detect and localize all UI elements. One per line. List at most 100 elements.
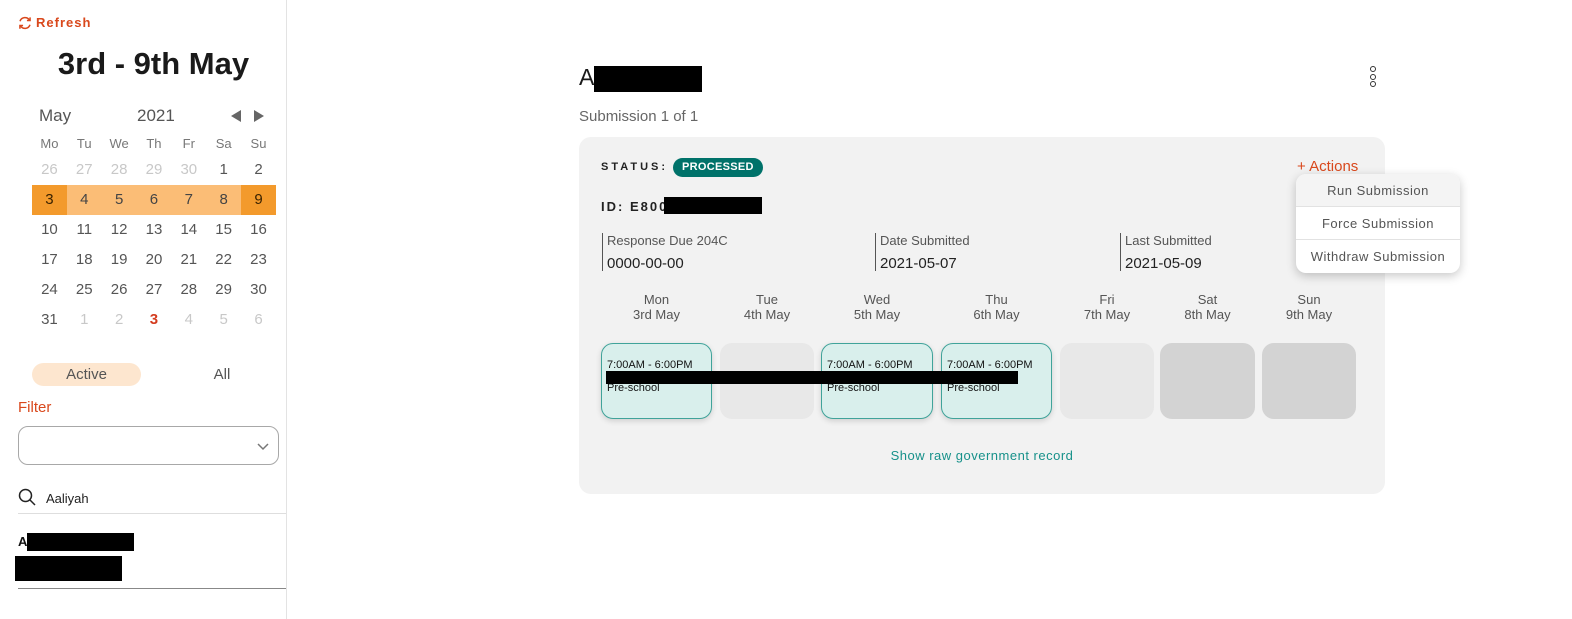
day-date: 4th May: [743, 307, 791, 322]
day-header: Sat 8th May: [1168, 292, 1248, 322]
force-submission-item[interactable]: Force Submission: [1296, 207, 1460, 240]
calendar-day[interactable]: 28: [102, 155, 137, 185]
refresh-icon: [19, 16, 31, 29]
status-label: STATUS:: [601, 161, 669, 173]
calendar-weekday-row: Mo Tu We Th Fr Sa Su: [32, 133, 276, 155]
calendar-day[interactable]: 23: [241, 245, 276, 275]
filter-label: Filter: [18, 399, 52, 416]
calendar-day[interactable]: 16: [241, 215, 276, 245]
day-date: 5th May: [853, 307, 901, 322]
day-header: Wed 5th May: [837, 292, 917, 322]
calendar-day[interactable]: 6: [136, 185, 172, 215]
calendar-day[interactable]: 1: [67, 305, 102, 335]
calendar-day[interactable]: 29: [206, 275, 241, 305]
refresh-button[interactable]: Refresh: [18, 15, 91, 30]
meta-value: 0000-00-00: [607, 255, 684, 272]
calendar-day[interactable]: 8: [206, 185, 242, 215]
calendar-day[interactable]: 4: [66, 185, 102, 215]
calendar-day[interactable]: 28: [171, 275, 206, 305]
run-submission-item[interactable]: Run Submission: [1296, 174, 1460, 207]
redacted-name: [27, 533, 134, 551]
calendar-header: May 2021: [39, 106, 269, 128]
day-empty-card[interactable]: [1060, 343, 1154, 419]
more-options-button[interactable]: [1366, 66, 1380, 90]
refresh-label: Refresh: [36, 15, 92, 30]
weekday-label: Su: [250, 136, 267, 151]
calendar-day[interactable]: 3: [137, 305, 172, 335]
actions-button[interactable]: + Actions: [1297, 158, 1358, 175]
calendar-day[interactable]: 21: [171, 245, 206, 275]
day-name: Tue: [756, 292, 778, 307]
calendar-day[interactable]: 17: [32, 245, 67, 275]
calendar-day[interactable]: 22: [206, 245, 241, 275]
calendar-day[interactable]: 26: [102, 275, 137, 305]
search-input[interactable]: [46, 488, 276, 508]
withdraw-submission-item[interactable]: Withdraw Submission: [1296, 240, 1460, 273]
calendar-day[interactable]: 24: [32, 275, 67, 305]
day-header: Sun 9th May: [1269, 292, 1349, 322]
calendar-day[interactable]: 2: [102, 305, 137, 335]
day-empty-card[interactable]: [1160, 343, 1255, 419]
calendar-prev-button[interactable]: [231, 110, 245, 124]
calendar-day[interactable]: 4: [171, 305, 206, 335]
submission-id: ID: E800: [601, 199, 669, 214]
calendar-day[interactable]: 12: [102, 215, 137, 245]
calendar-day[interactable]: 9: [241, 185, 276, 215]
meta-label: Response Due 204C: [607, 233, 728, 248]
day-header: Thu 6th May: [957, 292, 1037, 322]
submission-card: STATUS: PROCESSED + Actions ID: E800 Res…: [579, 137, 1385, 494]
calendar-day[interactable]: 13: [137, 215, 172, 245]
meta-value: 2021-05-09: [1125, 255, 1202, 272]
calendar-day[interactable]: 15: [206, 215, 241, 245]
calendar-day[interactable]: 29: [137, 155, 172, 185]
status-badge: PROCESSED: [673, 158, 763, 177]
calendar-day[interactable]: 7: [171, 185, 207, 215]
search-icon: [18, 488, 36, 506]
calendar-day[interactable]: 27: [67, 155, 102, 185]
toggle-all[interactable]: All: [204, 363, 240, 386]
active-all-toggle: Active All: [32, 363, 280, 386]
calendar-week-row: 17 18 19 20 21 22 23: [32, 245, 276, 275]
person-name: A: [579, 64, 594, 91]
calendar-day[interactable]: 2: [241, 155, 276, 185]
calendar-day[interactable]: 30: [171, 155, 206, 185]
day-name: Thu: [985, 292, 1008, 307]
calendar-day[interactable]: 11: [67, 215, 102, 245]
meta-last-submitted: Last Submitted 2021-05-09: [1120, 233, 1212, 272]
calendar-day[interactable]: 25: [67, 275, 102, 305]
calendar-day[interactable]: 3: [32, 185, 67, 215]
toggle-active[interactable]: Active: [32, 363, 141, 386]
list-item[interactable]: A: [15, 515, 286, 589]
calendar-day[interactable]: 1: [206, 155, 241, 185]
calendar-month[interactable]: May: [39, 106, 71, 126]
list-item-name: A: [18, 534, 28, 549]
calendar-next-button[interactable]: [252, 110, 266, 124]
filter-select[interactable]: [18, 426, 279, 465]
calendar-day[interactable]: 31: [32, 305, 67, 335]
calendar-week-row: 31 1 2 3 4 5 6: [32, 305, 276, 335]
day-date: 9th May: [1285, 307, 1333, 322]
calendar-day[interactable]: 6: [241, 305, 276, 335]
weekday-label: Fr: [182, 136, 195, 151]
calendar-day[interactable]: 26: [32, 155, 67, 185]
day-name: Wed: [863, 292, 891, 307]
calendar-day[interactable]: 18: [67, 245, 102, 275]
calendar-day[interactable]: 5: [206, 305, 241, 335]
calendar-day[interactable]: 30: [241, 275, 276, 305]
day-header: Fri 7th May: [1067, 292, 1147, 322]
day-empty-card[interactable]: [1262, 343, 1356, 419]
redacted-child-names: [606, 371, 1018, 384]
calendar-day[interactable]: 5: [101, 185, 137, 215]
calendar-year[interactable]: 2021: [137, 106, 175, 126]
calendar-day[interactable]: 20: [137, 245, 172, 275]
shift-time: 7:00AM - 6:00PM: [827, 359, 913, 371]
calendar-week-row: 26 27 28 29 30 1 2: [32, 155, 276, 185]
calendar-day[interactable]: 19: [102, 245, 137, 275]
week-title: 3rd - 9th May: [57, 46, 250, 81]
day-header: Mon 3rd May: [617, 292, 697, 322]
calendar-day[interactable]: 10: [32, 215, 67, 245]
show-raw-record-link[interactable]: Show raw government record: [579, 448, 1385, 463]
calendar-day[interactable]: 27: [137, 275, 172, 305]
calendar-day[interactable]: 14: [171, 215, 206, 245]
day-name: Fri: [1099, 292, 1115, 307]
